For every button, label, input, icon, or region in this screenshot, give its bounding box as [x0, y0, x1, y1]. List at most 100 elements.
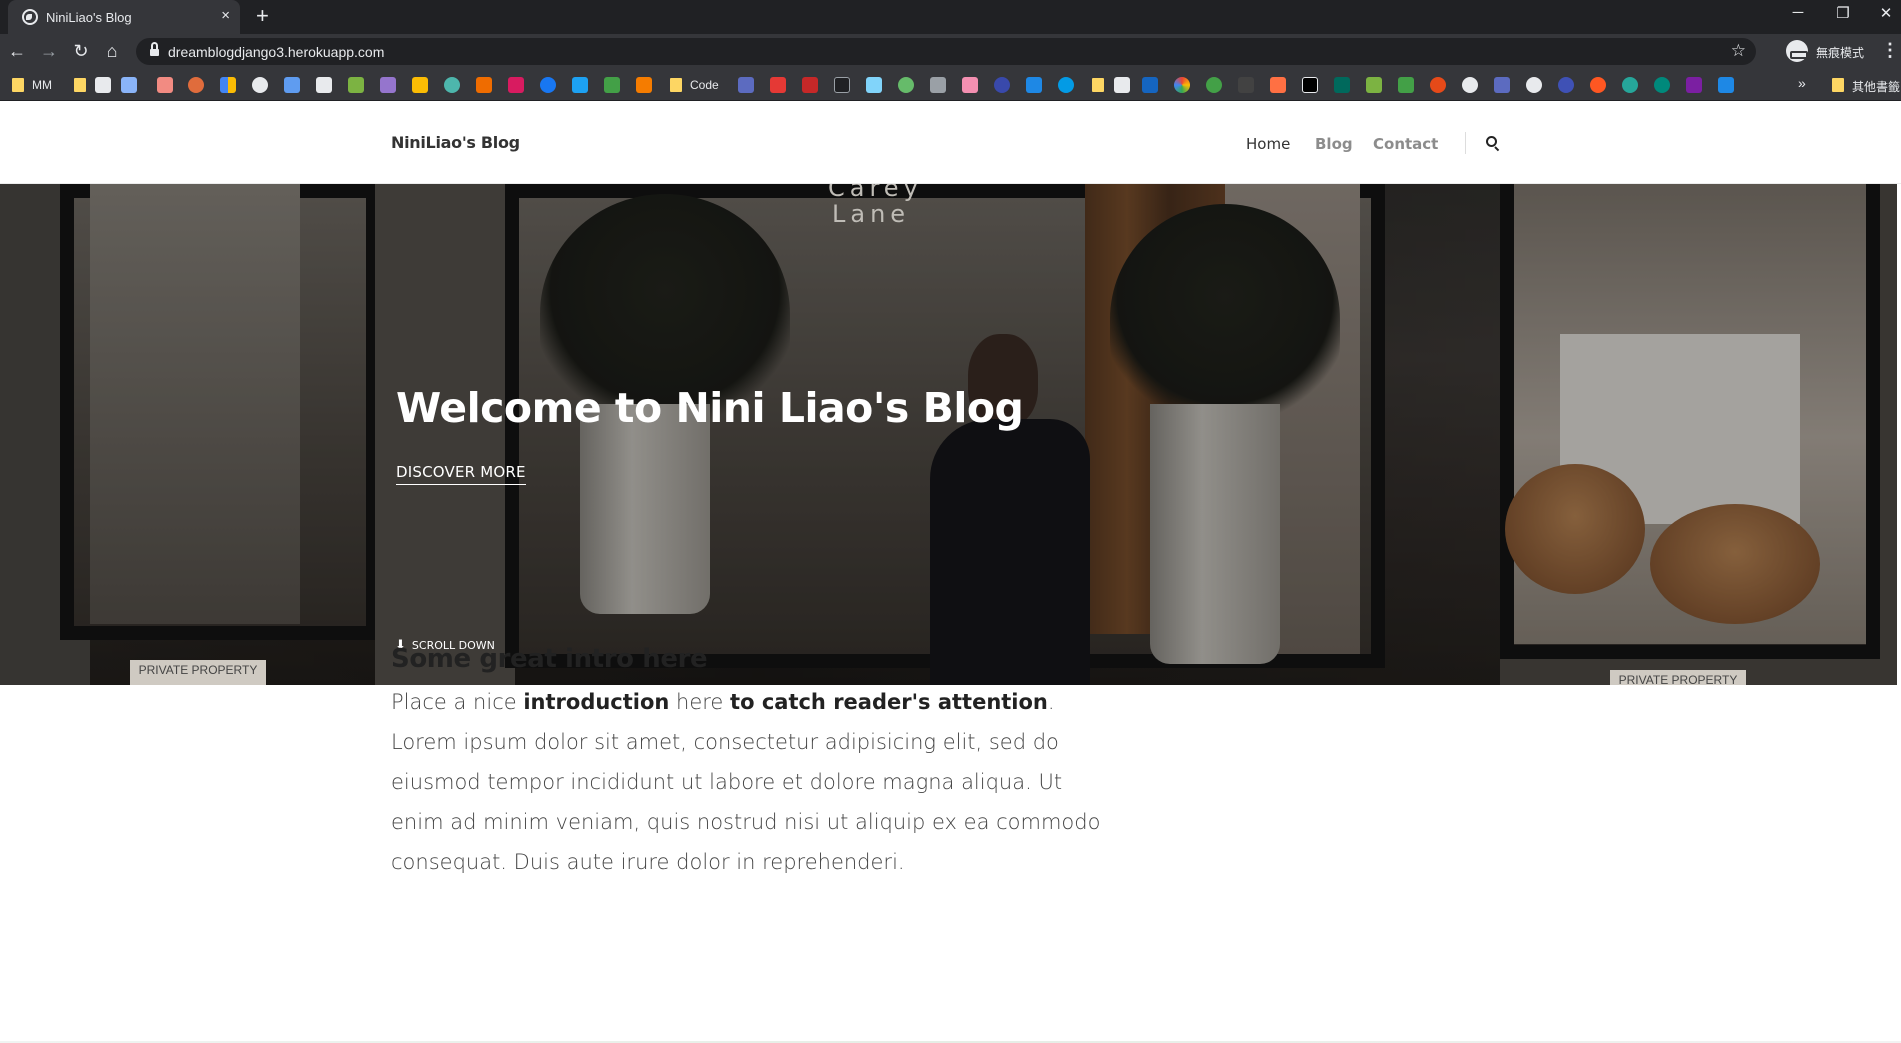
bookmark-icon[interactable] [1494, 77, 1510, 93]
url-text[interactable]: dreamblogdjango3.herokuapp.com [168, 44, 384, 60]
nav-contact[interactable]: Contact [1373, 135, 1438, 153]
address-bar[interactable]: dreamblogdjango3.herokuapp.com ☆ [136, 38, 1756, 65]
hero-plaque-right: PRIVATE PROPERTY [1610, 670, 1746, 685]
hero-overlay [0, 184, 1897, 685]
intro-text-mid: here [669, 690, 731, 714]
folder-icon[interactable] [1832, 78, 1844, 92]
bookmark-icon[interactable] [636, 77, 652, 93]
nav-divider [1465, 132, 1466, 154]
bookmarks-bar: MM Code » 其他書籤 [0, 69, 1901, 101]
new-tab-button[interactable]: + [256, 4, 269, 28]
browser-tabstrip: NiniLiao's Blog × + ─ ❐ ✕ [0, 0, 1901, 34]
bookmark-icon[interactable] [1302, 77, 1318, 93]
back-icon[interactable]: ← [6, 41, 28, 61]
bookmark-icon[interactable] [604, 77, 620, 93]
bookmark-icon[interactable] [1462, 77, 1478, 93]
discover-more-link[interactable]: DISCOVER MORE [396, 463, 526, 485]
intro-paragraph: Place a nice introduction here to catch … [391, 682, 1121, 882]
bookmark-icon[interactable] [95, 77, 111, 93]
bookmark-icon[interactable] [284, 77, 300, 93]
bookmark-star-icon[interactable]: ☆ [1731, 41, 1746, 61]
other-bookmarks[interactable]: 其他書籤 [1852, 78, 1900, 95]
site-brand[interactable]: NiniLiao's Blog [391, 133, 520, 152]
bookmark-icon[interactable] [348, 77, 364, 93]
nav-home[interactable]: Home [1246, 135, 1290, 153]
minimize-icon[interactable]: ─ [1788, 4, 1808, 21]
bookmark-icon[interactable] [444, 77, 460, 93]
intro-bold-2: to catch reader's attention [730, 690, 1048, 714]
bookmark-icon[interactable] [1174, 77, 1190, 93]
intro-text-rest: . Lorem ipsum dolor sit amet, consectetu… [391, 690, 1101, 874]
bookmark-icon[interactable] [930, 77, 946, 93]
bookmark-mm[interactable]: MM [32, 78, 52, 92]
yahoo-icon[interactable] [1686, 77, 1702, 93]
bookmark-icon[interactable] [220, 77, 236, 93]
bookmark-icon[interactable] [476, 77, 492, 93]
site-header: NiniLiao's Blog Home Blog Contact [0, 102, 1901, 184]
bookmark-icon[interactable] [994, 77, 1010, 93]
bookmark-icon[interactable] [802, 77, 818, 93]
instagram-icon[interactable] [508, 77, 524, 93]
bookmark-icon[interactable] [412, 77, 428, 93]
facebook-icon[interactable] [540, 77, 556, 93]
bookmark-icon[interactable] [770, 77, 786, 93]
bookmark-icon[interactable] [1654, 77, 1670, 93]
bookmark-icon[interactable] [380, 77, 396, 93]
bookmark-icon[interactable] [834, 77, 850, 93]
bookmark-icon[interactable] [1142, 77, 1158, 93]
browser-menu-icon[interactable]: ⋮ [1881, 40, 1899, 61]
bookmark-icon[interactable] [1026, 77, 1042, 93]
folder-icon[interactable] [12, 78, 24, 92]
forward-icon[interactable]: → [38, 41, 60, 61]
bookmark-icon[interactable] [1206, 77, 1222, 93]
bookmark-code[interactable]: Code [690, 78, 719, 92]
bookmark-icon[interactable] [738, 77, 754, 93]
home-icon[interactable]: ⌂ [101, 41, 123, 61]
reddit-icon[interactable] [1590, 77, 1606, 93]
bookmark-icon[interactable] [898, 77, 914, 93]
nav-blog[interactable]: Blog [1315, 135, 1353, 153]
intro-heading: Some great intro here [391, 644, 708, 674]
hero-banner: Carey Lane PRIVATE PROPERTY PRIVATE PROP… [0, 184, 1897, 685]
incognito-label: 無痕模式 [1816, 46, 1865, 60]
bookmark-icon[interactable] [1718, 77, 1734, 93]
bookmark-icon[interactable] [316, 77, 332, 93]
close-window-icon[interactable]: ✕ [1876, 4, 1896, 22]
bookmark-icon[interactable] [1622, 77, 1638, 93]
bookmarks-more-chevron[interactable]: » [1798, 75, 1806, 91]
bookmark-icon[interactable] [1058, 77, 1074, 93]
bookmark-icon[interactable] [1270, 77, 1286, 93]
incognito-icon [1786, 40, 1808, 62]
web-page: NiniLiao's Blog Home Blog Contact Carey … [0, 102, 1901, 1043]
bookmark-icon[interactable] [1430, 77, 1446, 93]
intro-text-start: Place a nice [391, 690, 524, 714]
bookmark-icon[interactable] [252, 77, 268, 93]
reload-icon[interactable]: ↻ [70, 41, 92, 61]
bookmark-icon[interactable] [157, 77, 173, 93]
folder-icon[interactable] [1092, 78, 1104, 92]
bookmark-icon[interactable] [121, 77, 137, 93]
folder-icon[interactable] [670, 78, 682, 92]
bookmark-icon[interactable] [1398, 77, 1414, 93]
hero-sign-line2: Lane [832, 200, 911, 228]
bookmark-icon[interactable] [1238, 77, 1254, 93]
hero-title: Welcome to Nini Liao's Blog [396, 384, 1024, 432]
tab-close-icon[interactable]: × [221, 8, 230, 24]
bookmark-icon[interactable] [1366, 77, 1382, 93]
bookmark-icon[interactable] [188, 77, 204, 93]
globe-icon [22, 9, 38, 25]
hero-plaque-left: PRIVATE PROPERTY [130, 660, 266, 685]
google-icon[interactable] [1526, 77, 1542, 93]
browser-tab[interactable]: NiniLiao's Blog × [8, 0, 240, 34]
folder-icon[interactable] [74, 78, 86, 92]
bookmark-icon[interactable] [1114, 77, 1130, 93]
bookmark-icon[interactable] [1334, 77, 1350, 93]
twitter-icon[interactable] [572, 77, 588, 93]
bookmark-icon[interactable] [866, 77, 882, 93]
search-icon[interactable] [1486, 136, 1500, 152]
intro-bold-1: introduction [523, 690, 670, 714]
bookmark-icon[interactable] [962, 77, 978, 93]
bookmark-icon[interactable] [1558, 77, 1574, 93]
restore-icon[interactable]: ❐ [1833, 4, 1853, 22]
lock-icon[interactable] [150, 42, 159, 57]
